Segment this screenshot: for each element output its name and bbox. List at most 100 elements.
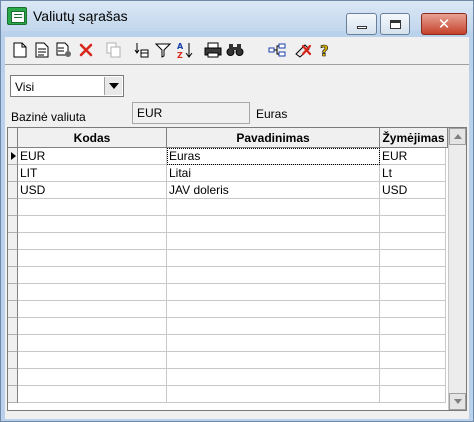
cell-name[interactable]	[167, 250, 380, 267]
edit-document-icon[interactable]	[33, 41, 51, 59]
cell-symbol[interactable]	[380, 335, 446, 352]
row-indicator[interactable]	[8, 182, 18, 199]
dropdown-button[interactable]	[104, 77, 122, 95]
table-row[interactable]	[8, 216, 448, 233]
cell-code[interactable]	[18, 284, 167, 301]
columns-icon[interactable]	[132, 41, 150, 59]
table-row[interactable]	[8, 284, 448, 301]
cell-symbol[interactable]	[380, 267, 446, 284]
cell-name[interactable]	[167, 386, 380, 403]
scroll-up-button[interactable]	[449, 128, 466, 145]
table-row[interactable]	[8, 199, 448, 216]
properties-icon[interactable]	[55, 41, 73, 59]
cell-name[interactable]	[167, 318, 380, 335]
cell-symbol[interactable]	[380, 284, 446, 301]
cell-name[interactable]	[167, 267, 380, 284]
cell-name[interactable]	[167, 352, 380, 369]
cell-symbol[interactable]	[380, 250, 446, 267]
cell-code[interactable]: LIT	[18, 165, 167, 182]
cell-symbol[interactable]: USD	[380, 182, 446, 199]
table-row[interactable]	[8, 301, 448, 318]
table-row[interactable]	[8, 369, 448, 386]
row-indicator[interactable]	[8, 267, 18, 284]
cell-code[interactable]	[18, 250, 167, 267]
cell-code[interactable]	[18, 318, 167, 335]
row-indicator[interactable]	[8, 250, 18, 267]
cell-name[interactable]	[167, 216, 380, 233]
scroll-down-button[interactable]	[449, 393, 466, 410]
row-indicator[interactable]	[8, 318, 18, 335]
cell-code[interactable]	[18, 369, 167, 386]
column-header-name[interactable]: Pavadinimas	[167, 128, 380, 148]
cell-symbol[interactable]: Lt	[380, 165, 446, 182]
table-row[interactable]	[8, 250, 448, 267]
cell-symbol[interactable]	[380, 352, 446, 369]
cell-name[interactable]	[167, 335, 380, 352]
cell-code[interactable]: EUR	[18, 148, 167, 165]
new-document-icon[interactable]	[11, 41, 29, 59]
cell-name[interactable]	[167, 199, 380, 216]
cell-code[interactable]	[18, 216, 167, 233]
cell-code[interactable]	[18, 199, 167, 216]
vertical-scrollbar[interactable]	[448, 128, 466, 410]
cell-symbol[interactable]	[380, 369, 446, 386]
filter-dropdown[interactable]: Visi	[10, 75, 124, 97]
row-indicator[interactable]	[8, 148, 18, 165]
title-bar[interactable]: Valiutų sąrašas ✕	[1, 1, 473, 35]
app-icon[interactable]	[7, 7, 27, 25]
minimize-button[interactable]	[346, 13, 377, 35]
print-icon[interactable]	[204, 41, 222, 59]
cell-symbol[interactable]	[380, 216, 446, 233]
structure-icon[interactable]	[268, 41, 286, 59]
cell-name[interactable]	[167, 301, 380, 318]
row-indicator[interactable]	[8, 369, 18, 386]
table-row[interactable]	[8, 386, 448, 403]
cell-code[interactable]	[18, 352, 167, 369]
table-row[interactable]	[8, 233, 448, 250]
table-row[interactable]	[8, 318, 448, 335]
row-indicator[interactable]	[8, 301, 18, 318]
help-icon[interactable]: ?	[316, 41, 334, 59]
maximize-button[interactable]	[380, 13, 410, 35]
cell-name[interactable]	[167, 369, 380, 386]
column-header-code[interactable]: Kodas	[18, 128, 167, 148]
column-header-symbol[interactable]: Žymėjimas	[380, 128, 448, 148]
row-indicator[interactable]	[8, 386, 18, 403]
sort-az-icon[interactable]: AZ	[176, 41, 194, 59]
cell-symbol[interactable]	[380, 233, 446, 250]
cell-code[interactable]	[18, 386, 167, 403]
base-currency-code-field[interactable]: EUR	[132, 102, 250, 124]
cell-name[interactable]	[167, 284, 380, 301]
copy-icon[interactable]	[105, 41, 123, 59]
cell-symbol[interactable]	[380, 301, 446, 318]
cell-symbol[interactable]	[380, 199, 446, 216]
row-indicator[interactable]	[8, 233, 18, 250]
clear-icon[interactable]	[294, 41, 312, 59]
cell-name[interactable]: Euras	[167, 148, 380, 165]
table-row[interactable]: EUR Euras EUR	[8, 148, 448, 165]
cell-code[interactable]	[18, 301, 167, 318]
row-indicator[interactable]	[8, 216, 18, 233]
cell-name[interactable]: Litai	[167, 165, 380, 182]
cell-code[interactable]: USD	[18, 182, 167, 199]
filter-icon[interactable]	[154, 41, 172, 59]
row-indicator[interactable]	[8, 165, 18, 182]
cell-symbol[interactable]: EUR	[380, 148, 446, 165]
table-row[interactable]: USD JAV doleris USD	[8, 182, 448, 199]
row-indicator[interactable]	[8, 199, 18, 216]
cell-symbol[interactable]	[380, 386, 446, 403]
find-icon[interactable]	[226, 41, 244, 59]
cell-code[interactable]	[18, 267, 167, 284]
row-indicator[interactable]	[8, 335, 18, 352]
row-indicator[interactable]	[8, 284, 18, 301]
cell-name[interactable]	[167, 233, 380, 250]
cell-code[interactable]	[18, 335, 167, 352]
cell-name[interactable]: JAV doleris	[167, 182, 380, 199]
table-row[interactable]	[8, 352, 448, 369]
table-row[interactable]	[8, 267, 448, 284]
row-indicator[interactable]	[8, 352, 18, 369]
cell-code[interactable]	[18, 233, 167, 250]
table-row[interactable]	[8, 335, 448, 352]
close-button[interactable]: ✕	[421, 13, 467, 35]
table-row[interactable]: LIT Litai Lt	[8, 165, 448, 182]
